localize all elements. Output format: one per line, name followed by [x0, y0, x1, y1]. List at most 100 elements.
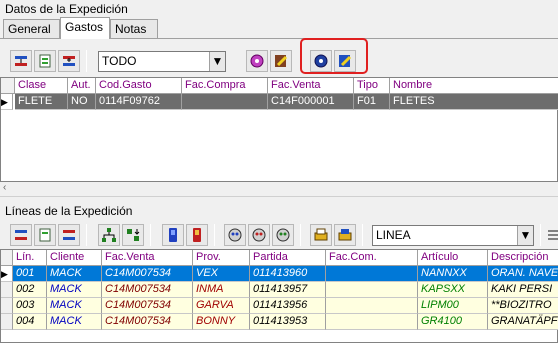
chevron-down-icon[interactable]: ▼	[209, 52, 225, 71]
edit-document-button[interactable]	[34, 50, 56, 72]
column-header[interactable]: Aut.	[68, 78, 96, 94]
table-cell[interactable]: 001	[13, 266, 47, 282]
tab-general[interactable]: General	[3, 19, 60, 38]
edit-blue-icon	[339, 55, 352, 67]
table-cell[interactable]: 004	[13, 314, 47, 330]
add-row-button[interactable]	[58, 224, 80, 246]
table-cell[interactable]	[326, 298, 418, 314]
table-cell[interactable]: LIPM00	[418, 298, 488, 314]
column-header[interactable]: Tipo	[354, 78, 390, 94]
column-header[interactable]: Fac.Com.	[326, 250, 418, 266]
table-cell[interactable]: MACK	[47, 298, 102, 314]
sort-button[interactable]	[122, 224, 144, 246]
table-cell[interactable]: F01	[354, 94, 390, 110]
table-cell[interactable]: 011413957	[250, 282, 326, 298]
column-header[interactable]: Descripción	[488, 250, 558, 266]
column-header[interactable]: Fac.Venta	[102, 250, 193, 266]
tree-button[interactable]	[98, 224, 120, 246]
phone-red-button[interactable]	[186, 224, 208, 246]
table-cell[interactable]: VEX	[193, 266, 250, 282]
toolbar-separator	[86, 224, 87, 246]
table-cell[interactable]: BONNY	[193, 314, 250, 330]
horizontal-scrollbar[interactable]: ‹	[0, 182, 558, 197]
row-indicator[interactable]	[1, 298, 13, 314]
column-header[interactable]: Clase	[15, 78, 68, 94]
phone-red-icon	[193, 228, 201, 242]
table-cell[interactable]: 011413960	[250, 266, 326, 282]
column-header[interactable]: Cliente	[47, 250, 102, 266]
edit-pencil-button[interactable]	[270, 50, 292, 72]
column-header[interactable]: Partida	[250, 250, 326, 266]
target-button[interactable]	[246, 50, 268, 72]
table-cell[interactable]: C14M007534	[102, 266, 193, 282]
table-cell[interactable]: MACK	[47, 266, 102, 282]
tab-gastos[interactable]: Gastos	[60, 17, 110, 39]
table-cell[interactable]: INMA	[193, 282, 250, 298]
table-cell[interactable]: 011413956	[250, 298, 326, 314]
table-cell[interactable]: C14M007534	[102, 298, 193, 314]
row-indicator[interactable]	[1, 282, 13, 298]
table-cell[interactable]: KAPSXX	[418, 282, 488, 298]
face-red-button[interactable]	[248, 224, 270, 246]
table-cell[interactable]: 002	[13, 282, 47, 298]
row-indicator[interactable]: ▶	[1, 266, 13, 282]
table-cell[interactable]: GR4100	[418, 314, 488, 330]
table-cell[interactable]	[326, 266, 418, 282]
face-green-button[interactable]	[272, 224, 294, 246]
lineas-select[interactable]: LINEA ▼	[372, 225, 534, 246]
extra-button[interactable]	[546, 228, 558, 242]
table-cell[interactable]: **BIOZITRO	[488, 298, 558, 314]
add-row-icon	[63, 56, 75, 66]
table-cell[interactable]: C14M007534	[102, 314, 193, 330]
table-cell[interactable]: 0114F09762	[96, 94, 182, 110]
chevron-down-icon[interactable]: ▼	[517, 226, 533, 245]
table-cell[interactable]: 011413953	[250, 314, 326, 330]
table-cell[interactable]: FLETE	[15, 94, 68, 110]
table-cell[interactable]	[326, 282, 418, 298]
face-icon	[276, 228, 290, 242]
column-header[interactable]: Artículo	[418, 250, 488, 266]
table-cell[interactable]: NO	[68, 94, 96, 110]
filter-select[interactable]: TODO ▼	[98, 51, 226, 72]
table-cell[interactable]	[182, 94, 268, 110]
scroll-left-icon[interactable]: ‹	[3, 182, 6, 193]
column-header[interactable]: Prov.	[193, 250, 250, 266]
target-blue-button[interactable]	[310, 50, 332, 72]
gastos-grid[interactable]: Clase Aut. Cod.Gasto Fac.Compra Fac.Vent…	[0, 77, 558, 182]
column-header[interactable]: Fac.Compra	[182, 78, 268, 94]
print-blue-button[interactable]	[334, 224, 356, 246]
edit-blue-button[interactable]	[334, 50, 356, 72]
table-cell[interactable]: MACK	[47, 314, 102, 330]
column-header[interactable]: Cod.Gasto	[96, 78, 182, 94]
table-cell[interactable]: 003	[13, 298, 47, 314]
table-cell[interactable]: GRANATÄPF	[488, 314, 558, 330]
table-cell[interactable]: FLETES	[390, 94, 558, 110]
filter-value: TODO	[102, 54, 137, 68]
edit-document-button[interactable]	[34, 224, 56, 246]
face-blue-button[interactable]	[224, 224, 246, 246]
tree-icon	[102, 228, 116, 242]
move-rows-button[interactable]	[10, 224, 32, 246]
column-header[interactable]: Lín.	[13, 250, 47, 266]
row-indicator[interactable]: ▶	[1, 94, 13, 110]
table-cell[interactable]: NANNXX	[418, 266, 488, 282]
column-header[interactable]: Nombre	[390, 78, 558, 94]
lineas-grid[interactable]: Lín. Cliente Fac.Venta Prov. Partida Fac…	[0, 249, 558, 343]
table-cell[interactable]: ORAN. NAVE	[488, 266, 558, 282]
tab-notas[interactable]: Notas	[110, 19, 158, 38]
phone-button[interactable]	[162, 224, 184, 246]
move-rows-button[interactable]	[10, 50, 32, 72]
table-cell[interactable]: KAKI PERSI	[488, 282, 558, 298]
target-icon	[250, 54, 264, 68]
print-button[interactable]	[310, 224, 332, 246]
table-cell[interactable]: GARVA	[193, 298, 250, 314]
move-rows-icon	[15, 56, 27, 66]
row-indicator[interactable]	[1, 314, 13, 330]
table-cell[interactable]: C14F000001	[268, 94, 354, 110]
add-row-button[interactable]	[58, 50, 80, 72]
table-cell[interactable]	[326, 314, 418, 330]
table-cell[interactable]: C14M007534	[102, 282, 193, 298]
column-header[interactable]: Fac.Venta	[268, 78, 354, 94]
table-cell[interactable]: MACK	[47, 282, 102, 298]
pencil-icon	[275, 55, 288, 67]
